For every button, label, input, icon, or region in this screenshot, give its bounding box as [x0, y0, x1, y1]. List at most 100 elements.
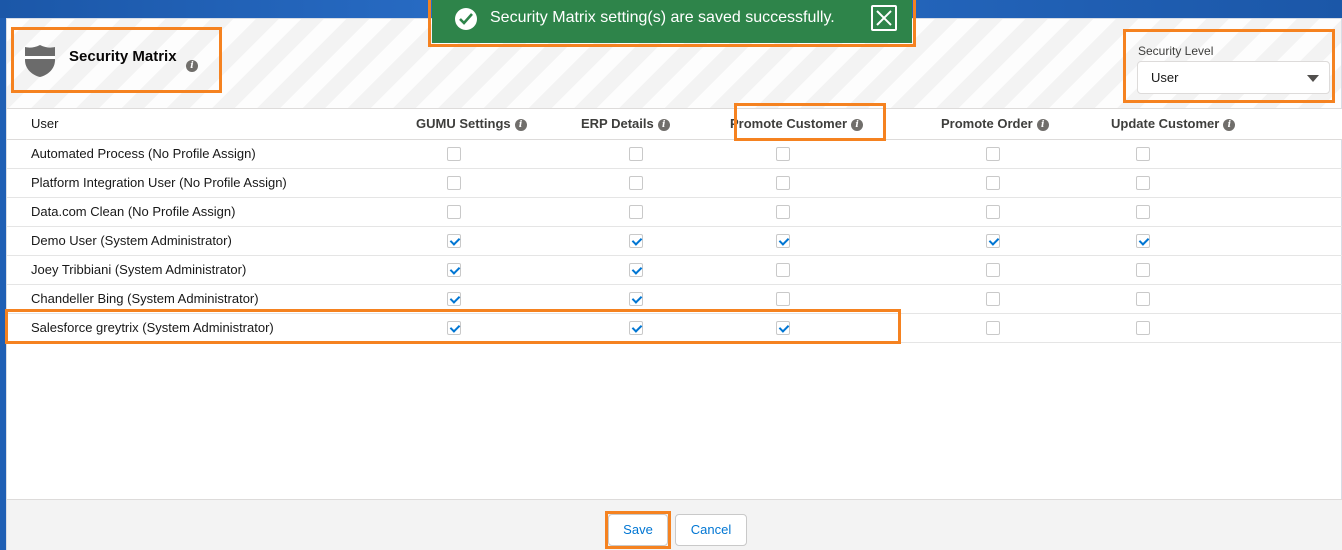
- toast-message: Security Matrix setting(s) are saved suc…: [490, 9, 835, 26]
- info-icon[interactable]: i: [514, 118, 527, 131]
- permission-checkbox[interactable]: [986, 205, 1000, 220]
- permission-checkbox[interactable]: [447, 147, 461, 162]
- user-name-cell: Demo User (System Administrator): [7, 226, 392, 256]
- column-header-erp-details: ERP Details i: [575, 109, 721, 140]
- info-icon[interactable]: i: [1036, 118, 1049, 131]
- column-header-promote-order: Promote Order i: [932, 109, 1110, 140]
- permission-checkbox[interactable]: [447, 263, 461, 278]
- permission-checkbox[interactable]: [776, 205, 790, 220]
- permission-cell: [721, 255, 932, 285]
- permission-checkbox[interactable]: [776, 234, 790, 249]
- permission-cell: [575, 197, 721, 227]
- panel-footer: Save Cancel: [7, 499, 1342, 550]
- security-matrix-panel: Security Matrix i Security Level User Us…: [5, 18, 1342, 550]
- cancel-button[interactable]: Cancel: [675, 514, 747, 546]
- permission-cell: [721, 168, 932, 198]
- column-header-label: Promote Order: [941, 116, 1033, 132]
- permission-cell: [1110, 197, 1342, 227]
- permission-checkbox[interactable]: [776, 147, 790, 162]
- user-name-cell: Data.com Clean (No Profile Assign): [7, 197, 392, 227]
- permission-cell: [575, 313, 721, 343]
- table-row: Platform Integration User (No Profile As…: [7, 168, 1342, 198]
- permission-cell: [575, 284, 721, 314]
- permission-cell: [575, 168, 721, 198]
- permission-cell: [932, 139, 1110, 169]
- permission-cell: [575, 226, 721, 256]
- permission-checkbox[interactable]: [1136, 321, 1150, 336]
- permission-cell: [932, 313, 1110, 343]
- permission-checkbox[interactable]: [1136, 176, 1150, 191]
- permission-checkbox[interactable]: [629, 263, 643, 278]
- table-row: Chandeller Bing (System Administrator): [7, 284, 1342, 314]
- security-level-select[interactable]: User: [1137, 61, 1330, 94]
- table-row: Data.com Clean (No Profile Assign): [7, 197, 1342, 227]
- permission-checkbox[interactable]: [1136, 205, 1150, 220]
- permission-cell: [392, 197, 575, 227]
- permission-checkbox[interactable]: [986, 321, 1000, 336]
- permission-cell: [392, 139, 575, 169]
- permission-checkbox[interactable]: [1136, 234, 1150, 249]
- permission-checkbox[interactable]: [1136, 263, 1150, 278]
- permission-checkbox[interactable]: [986, 292, 1000, 307]
- permission-checkbox[interactable]: [986, 263, 1000, 278]
- user-name-cell: Chandeller Bing (System Administrator): [7, 284, 392, 314]
- close-icon[interactable]: [871, 5, 897, 31]
- security-matrix-table: User GUMU Settings i ERP Details i Promote…: [7, 109, 1342, 343]
- permission-checkbox[interactable]: [447, 176, 461, 191]
- permission-cell: [1110, 226, 1342, 256]
- table-header-row: User GUMU Settings i ERP Details i Promote…: [7, 109, 1342, 140]
- column-header-gumu-settings: GUMU Settings i: [392, 109, 575, 140]
- permission-cell: [392, 255, 575, 285]
- permission-checkbox[interactable]: [986, 234, 1000, 249]
- permission-checkbox[interactable]: [629, 321, 643, 336]
- info-icon[interactable]: i: [851, 118, 864, 131]
- permission-cell: [1110, 168, 1342, 198]
- permission-checkbox[interactable]: [629, 205, 643, 220]
- permission-cell: [932, 255, 1110, 285]
- table-row: Demo User (System Administrator): [7, 226, 1342, 256]
- permission-checkbox[interactable]: [447, 234, 461, 249]
- permission-cell: [932, 226, 1110, 256]
- permission-cell: [392, 313, 575, 343]
- permission-cell: [1110, 255, 1342, 285]
- permission-cell: [392, 226, 575, 256]
- permission-checkbox[interactable]: [1136, 147, 1150, 162]
- info-icon[interactable]: i: [1223, 118, 1236, 131]
- permission-checkbox[interactable]: [776, 263, 790, 278]
- permission-cell: [721, 284, 932, 314]
- permission-cell: [575, 255, 721, 285]
- permission-checkbox[interactable]: [447, 205, 461, 220]
- permission-checkbox[interactable]: [776, 292, 790, 307]
- permission-checkbox[interactable]: [629, 176, 643, 191]
- permission-checkbox[interactable]: [986, 147, 1000, 162]
- user-name-cell: Automated Process (No Profile Assign): [7, 139, 392, 169]
- permission-cell: [721, 197, 932, 227]
- column-header-label: User: [31, 116, 59, 132]
- info-icon[interactable]: i: [657, 118, 670, 131]
- success-check-icon: [455, 8, 477, 30]
- table-row: Automated Process (No Profile Assign): [7, 139, 1342, 169]
- permission-cell: [392, 168, 575, 198]
- column-header-label: ERP Details: [581, 116, 654, 132]
- title-highlight: Security Matrix i: [11, 27, 222, 93]
- table-row: Salesforce greytrix (System Administrato…: [7, 313, 1342, 343]
- user-name-cell: Salesforce greytrix (System Administrato…: [7, 313, 392, 343]
- permission-checkbox[interactable]: [629, 147, 643, 162]
- save-button[interactable]: Save: [608, 514, 668, 546]
- security-level-value: User: [1151, 70, 1179, 85]
- permission-cell: [932, 168, 1110, 198]
- permission-checkbox[interactable]: [1136, 292, 1150, 307]
- permission-checkbox[interactable]: [629, 234, 643, 249]
- permission-checkbox[interactable]: [447, 292, 461, 307]
- permission-checkbox[interactable]: [986, 176, 1000, 191]
- permission-cell: [721, 139, 932, 169]
- success-toast: Security Matrix setting(s) are saved suc…: [432, 0, 912, 43]
- permission-cell: [932, 197, 1110, 227]
- info-icon[interactable]: i: [186, 60, 198, 72]
- permission-checkbox[interactable]: [776, 176, 790, 191]
- chevron-down-icon: [1307, 75, 1319, 82]
- permission-checkbox[interactable]: [776, 321, 790, 336]
- column-header-label: Promote Customer: [730, 116, 848, 132]
- permission-checkbox[interactable]: [447, 321, 461, 336]
- permission-checkbox[interactable]: [629, 292, 643, 307]
